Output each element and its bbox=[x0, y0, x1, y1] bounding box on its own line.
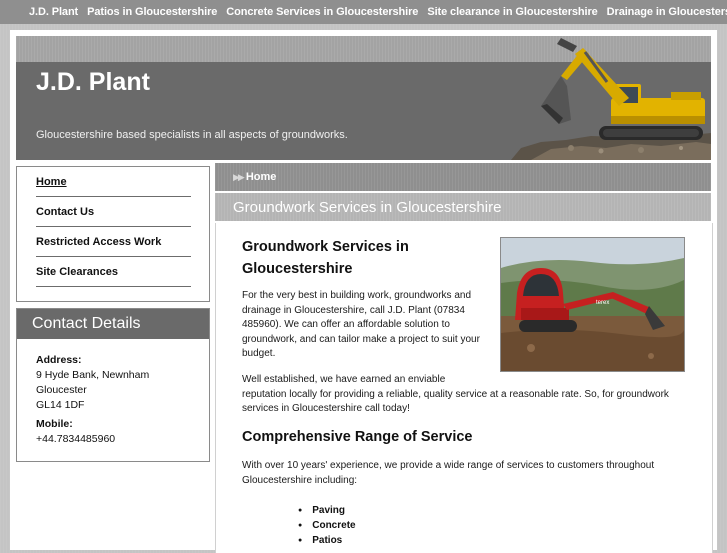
mobile-number: +44.7834485960 bbox=[36, 433, 116, 445]
sidebar-item-home[interactable]: Home bbox=[36, 167, 191, 197]
established-line: services in Gloucestershire call today! bbox=[242, 403, 410, 414]
breadcrumb-home[interactable]: Home bbox=[246, 171, 277, 183]
site-tagline: Gloucestershire based specialists in all… bbox=[36, 129, 348, 141]
svg-text:terex: terex bbox=[596, 300, 609, 306]
service-item-concrete: Concrete bbox=[301, 518, 355, 533]
page-banner: Groundwork Services in Gloucestershire bbox=[215, 193, 711, 221]
main-content: Groundwork Services in Gloucestershire t… bbox=[215, 223, 713, 553]
address-line: 9 Hyde Bank, Newnham bbox=[36, 369, 150, 381]
content-heading-line: Gloucestershire bbox=[242, 261, 353, 277]
site-header: J.D. Plant Gloucestershire based special… bbox=[16, 36, 711, 160]
established-line: reputation locally for providing a relia… bbox=[242, 388, 669, 400]
excavator-image bbox=[511, 38, 711, 160]
sidebar-link-home[interactable]: Home bbox=[36, 176, 67, 188]
site-title[interactable]: J.D. Plant bbox=[36, 68, 150, 97]
address-line: Gloucester bbox=[36, 384, 87, 396]
sidebar-item-contact-us[interactable]: Contact Us bbox=[36, 197, 191, 227]
intro-line: 485960). We can offer an affordable solu… bbox=[242, 319, 450, 330]
range-line: Gloucestershire including: bbox=[242, 474, 358, 486]
top-navigation: J.D. Plant Patios in Gloucestershire Con… bbox=[0, 0, 727, 24]
service-item-patios: Patios bbox=[301, 533, 356, 548]
intro-line: For the very best in building work, grou… bbox=[242, 290, 472, 301]
mobile-label: Mobile: bbox=[36, 418, 73, 430]
sidebar-item-site-clearances[interactable]: Site Clearances bbox=[36, 257, 191, 287]
content-heading-line: Groundwork Services in bbox=[242, 239, 409, 255]
topnav-link-home[interactable]: J.D. Plant bbox=[29, 6, 78, 18]
range-paragraph: With over 10 years' experience, we provi… bbox=[242, 459, 654, 488]
topnav-link-drainage[interactable]: Drainage in Gloucestershire bbox=[607, 6, 727, 18]
intro-line: drainage in Gloucestershire, call J.D. P… bbox=[242, 304, 465, 316]
topnav-link-concrete[interactable]: Concrete Services in Gloucestershire bbox=[226, 6, 418, 18]
sidebar-navigation: Home Contact Us Restricted Access Work S… bbox=[16, 166, 210, 302]
contact-body: Address: 9 Hyde Bank, Newnham Gloucester… bbox=[17, 339, 209, 447]
service-item-paving: Paving bbox=[301, 503, 356, 518]
address-line: GL14 1DF bbox=[36, 399, 85, 411]
sidebar-link-contact-us[interactable]: Contact Us bbox=[36, 206, 94, 218]
contact-details-box: Contact Details Address: 9 Hyde Bank, Ne… bbox=[16, 308, 210, 462]
sidebar-link-restricted-access[interactable]: Restricted Access Work bbox=[36, 236, 161, 248]
range-line: With over 10 years' experience, we provi… bbox=[242, 460, 655, 471]
breadcrumb: ▶▶ Home bbox=[215, 163, 711, 191]
contact-heading: Contact Details bbox=[17, 309, 209, 339]
content-heading: Groundwork Services in Gloucestershire bbox=[242, 236, 409, 280]
section-heading: Comprehensive Range of Service bbox=[242, 429, 473, 445]
breadcrumb-arrow-icon: ▶▶ bbox=[233, 171, 245, 182]
address-label: Address: bbox=[36, 354, 82, 366]
mini-digger-photo: terex bbox=[500, 237, 685, 372]
intro-line: budget. bbox=[242, 348, 276, 359]
established-line: Well established, we have earned an envi… bbox=[242, 374, 446, 385]
topnav-link-site-clearance[interactable]: Site clearance in Gloucestershire bbox=[427, 6, 597, 18]
sidebar-link-site-clearances[interactable]: Site Clearances bbox=[36, 266, 118, 278]
services-list: Paving Concrete Patios bbox=[301, 503, 356, 548]
page-title: Groundwork Services in Gloucestershire bbox=[233, 198, 502, 216]
sidebar-item-restricted-access[interactable]: Restricted Access Work bbox=[36, 227, 191, 257]
intro-line: groundwork, and can tailor make a projec… bbox=[242, 333, 480, 345]
established-paragraph: Well established, we have earned an envi… bbox=[242, 373, 669, 417]
intro-paragraph: For the very best in building work, grou… bbox=[242, 289, 480, 362]
topnav-link-patios[interactable]: Patios in Gloucestershire bbox=[87, 6, 217, 18]
